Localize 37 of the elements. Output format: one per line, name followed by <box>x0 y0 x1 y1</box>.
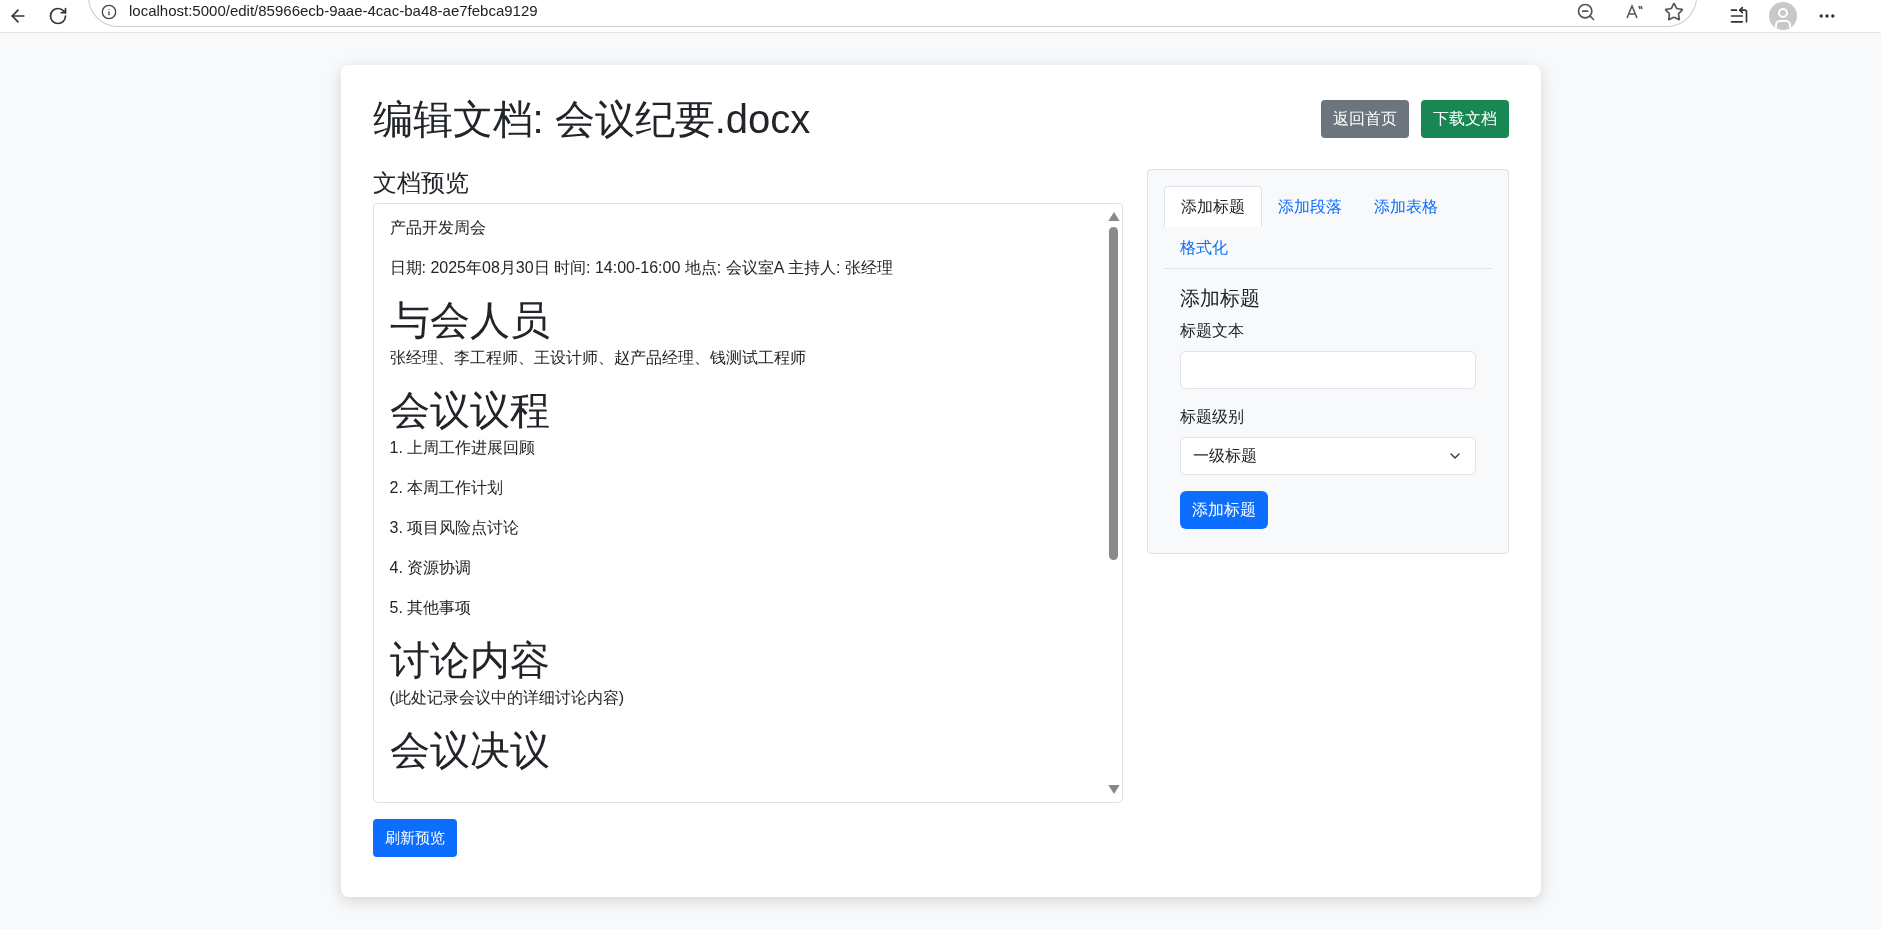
document-heading: 与会人员 <box>389 297 551 344</box>
document-paragraph: 1. 上周工作进展回顾 <box>389 438 537 458</box>
document-paragraph: (此处记录会议中的详细讨论内容) <box>389 688 626 708</box>
document-paragraph: 日期: 2025年08月30日 时间: 14:00-16:00 地点: 会议室A 主持人: 张经理 <box>389 258 894 278</box>
document-paragraph: 产品开发周会 <box>389 218 487 238</box>
heading-level-select[interactable]: 一级标题 <box>1179 437 1476 475</box>
document-paragraph: 5. 其他事项 <box>389 598 473 618</box>
scroll-up-icon[interactable] <box>1107 212 1120 221</box>
scroll-thumb[interactable] <box>1109 227 1118 560</box>
field-label: 标题文本 <box>1179 321 1245 341</box>
page-title: 编辑文档: 会议纪要.docx <box>372 96 811 143</box>
back-button[interactable]: 返回首页 <box>1320 100 1409 138</box>
reload-icon[interactable] <box>48 6 68 26</box>
zoom-out-icon[interactable] <box>1576 1 1596 22</box>
field-label: 标题级别 <box>1179 407 1245 427</box>
info-icon[interactable] <box>101 3 117 20</box>
star-icon[interactable] <box>1664 1 1684 22</box>
tab[interactable]: 添加段落 <box>1261 186 1358 227</box>
tab[interactable]: 添加标题 <box>1163 186 1262 227</box>
preview-heading: 文档预览 <box>372 168 470 198</box>
refresh-preview-button[interactable]: 刷新预览 <box>372 819 457 857</box>
favorites-icon[interactable] <box>1729 6 1749 26</box>
document-paragraph: 2. 本周工作计划 <box>389 478 505 498</box>
document-paragraph: 张经理、李工程师、王设计师、赵产品经理、钱测试工程师 <box>389 348 807 368</box>
document-heading: 会议决议 <box>389 727 551 774</box>
url-text: localhost:5000/edit/85966ecb-9aae-4cac-ba48-ae7febca9129 <box>129 1 539 22</box>
document-paragraph: 4. 资源协调 <box>389 558 473 578</box>
download-button[interactable]: 下载文档 <box>1420 100 1509 138</box>
document-paragraph: 3. 项目风险点讨论 <box>389 518 521 538</box>
heading-text-input[interactable] <box>1179 351 1476 389</box>
scroll-down-icon[interactable] <box>1107 785 1120 794</box>
document-heading: 会议议程 <box>389 387 551 434</box>
add-heading-button[interactable]: 添加标题 <box>1179 491 1268 529</box>
document-heading: 讨论内容 <box>389 637 551 684</box>
tab[interactable]: 格式化 <box>1163 227 1244 268</box>
form-title: 添加标题 <box>1179 286 1261 311</box>
tab[interactable]: 添加表格 <box>1357 186 1454 227</box>
